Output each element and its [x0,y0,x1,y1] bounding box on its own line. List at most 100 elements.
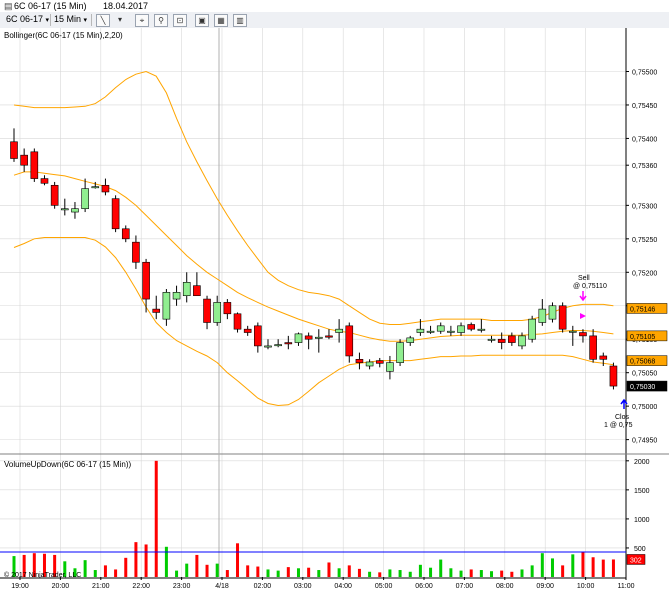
toolbar-separator [50,14,51,26]
candle-up [274,344,282,347]
volume-bar [83,560,87,577]
volume-bar [469,569,473,577]
candle-down [254,325,262,347]
candle-down [142,261,150,300]
candle-up [365,361,374,367]
chevron-down-icon[interactable]: ▾ [114,14,126,25]
close-label: Clos [615,414,630,421]
time-tick-label: 23:00 [173,583,191,590]
candle-down [467,324,476,330]
volume-bar [459,570,463,577]
volume-bar [205,564,209,577]
candle-up [335,328,343,333]
candle-up [518,335,526,347]
candle-up [477,328,486,331]
pointer-icon[interactable]: ⌖ [135,14,149,27]
zoom-icon[interactable]: ⚲ [154,14,168,27]
volume-bar [368,571,372,577]
time-tick-label: 04:00 [334,583,352,590]
candle-down [579,332,587,337]
volume-bar [246,565,250,577]
candle-down [508,335,516,343]
volume-bar [408,571,412,577]
candle-down [345,325,354,357]
time-tick-label: 4/18 [215,583,229,590]
period-selector[interactable]: 15 Min ▾ [54,14,87,25]
instrument-label: 6C 06-17 [6,14,44,24]
indicators-icon[interactable]: ▦ [214,14,228,27]
volume-marker-label: 302 [630,557,642,564]
volume-bar [581,552,585,577]
sell-label: Sell [578,275,590,282]
candle-up [457,325,465,333]
time-tick-label: 10:00 [577,583,595,590]
volume-bar [561,565,565,577]
data-box-icon[interactable]: ▣ [195,14,209,27]
volume-bar [256,566,260,577]
candle-up [213,302,221,323]
volume-bar [510,571,514,577]
volume-bar [236,543,240,577]
candle-up [294,333,303,343]
price-tick-label: 0,75400 [632,136,657,143]
volume-bar [266,569,270,577]
volume-bar [114,569,118,577]
volume-tick-label: 1000 [634,517,650,524]
candle-up [436,325,445,332]
volume-bar [500,570,504,577]
window-date: 18.04.2017 [103,1,149,11]
volume-bar [225,570,229,577]
candle-down [304,335,313,340]
volume-bar [591,557,595,577]
volume-bar [307,567,311,577]
candle-up [91,186,100,189]
time-tick-label: 11:00 [618,583,635,590]
price-tick-label: 0,75500 [632,70,657,77]
candle-down [121,228,130,240]
time-tick-label: 09:00 [536,583,554,590]
candle-up [406,337,415,343]
toolbar-separator [91,14,92,26]
candle-down [20,154,28,166]
price-marker-label: 0,75030 [630,384,655,391]
volume-bar [601,559,605,577]
time-tick-label: 07:00 [456,583,474,590]
candle-up [416,328,425,333]
price-tick-label: 0,75300 [632,203,657,210]
price-tick-label: 0,74950 [632,438,657,445]
volume-bar [611,559,615,577]
volume-bar [418,564,422,577]
chart-area[interactable]: Bollinger(6C 06-17 (15 Min),2,20) Volume… [0,28,669,600]
candle-down [50,184,59,206]
candle-down [193,285,201,297]
candle-down [589,335,597,360]
time-tick-label: 02:00 [254,583,272,590]
candle-down [375,360,384,364]
time-tick-label: 20:00 [52,583,70,590]
volume-bar [378,572,382,577]
volume-bar [286,567,290,577]
candle-down [152,308,161,313]
candle-down [40,178,49,184]
volume-bar [550,558,554,577]
strategies-icon[interactable]: ▥ [233,14,247,27]
candle-up [60,208,69,211]
time-tick-label: 19:00 [11,583,29,590]
volume-bar [520,569,524,577]
price-marker-label: 0,75068 [630,359,655,366]
sell-price: @ 0,75110 [573,283,607,290]
candle-down [10,141,18,159]
volume-bar [327,562,331,577]
candle-down [111,198,120,230]
price-tick-label: 0,75050 [632,371,657,378]
volume-bar [540,553,544,577]
properties-icon[interactable]: ⊡ [173,14,187,27]
instrument-selector[interactable]: 6C 06-17 ▾ [6,14,49,25]
candle-up [386,362,394,372]
volume-bar [185,563,189,577]
draw-line-icon[interactable]: ╲ [96,14,110,27]
volume-bar [490,571,494,577]
candle-down [558,305,567,330]
candle-down [203,298,211,323]
volume-bar [530,565,534,577]
